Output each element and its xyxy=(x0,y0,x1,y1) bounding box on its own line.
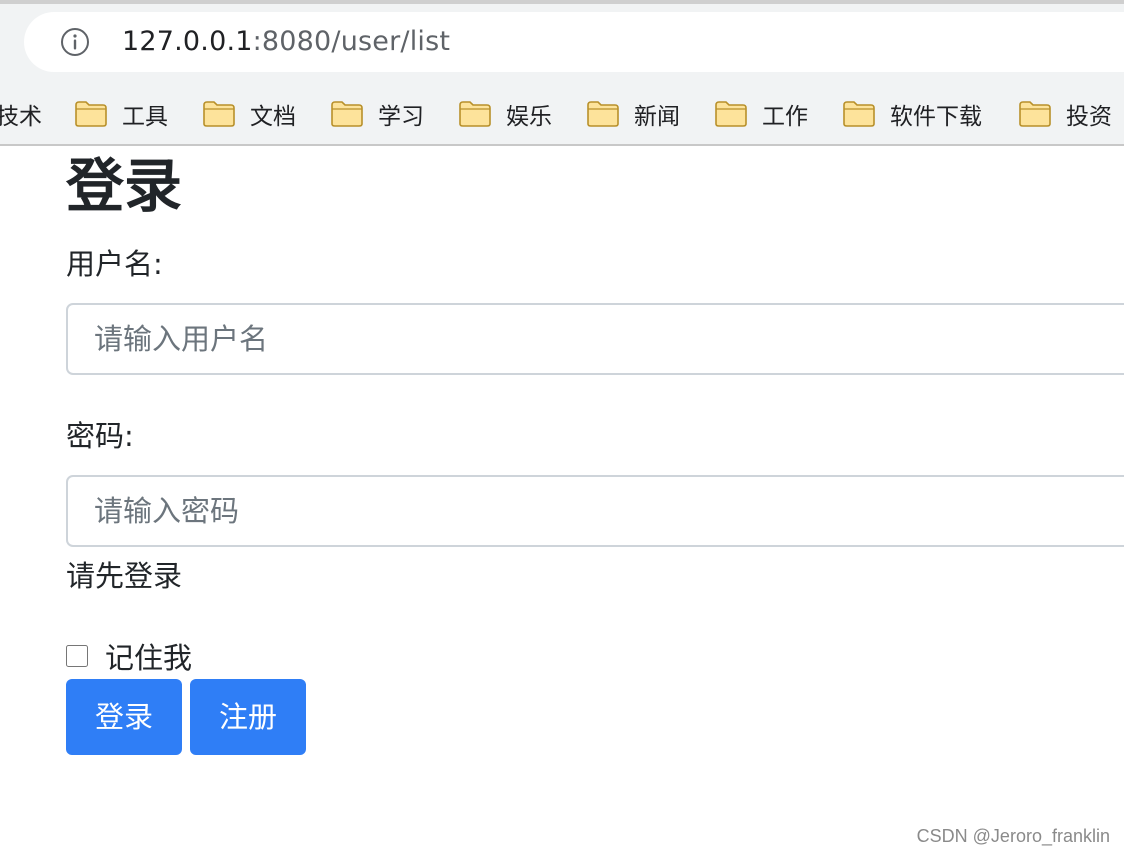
folder-icon xyxy=(203,101,235,127)
folder-icon xyxy=(459,101,491,127)
bookmark-label: 学习 xyxy=(378,104,424,130)
bookmark-label: 工作 xyxy=(762,104,808,130)
bookmark-software[interactable]: 软件下载 xyxy=(842,92,982,136)
folder-icon xyxy=(715,101,747,127)
bookmark-label: 投资 xyxy=(1066,104,1112,130)
remember-me-checkbox[interactable] xyxy=(66,645,88,667)
register-button[interactable]: 注册 xyxy=(190,679,306,755)
bookmark-label: 技术 xyxy=(0,104,42,130)
page-title: 登录 xyxy=(66,152,183,220)
username-label: 用户名: xyxy=(66,247,163,281)
address-bar[interactable]: 127.0.0.1:8080/user/list xyxy=(24,12,1124,72)
folder-icon xyxy=(1019,101,1051,127)
browser-toolbar: 127.0.0.1:8080/user/list xyxy=(0,4,1124,82)
password-input[interactable] xyxy=(66,475,1124,547)
url-text[interactable]: 127.0.0.1:8080/user/list xyxy=(122,22,450,62)
bookmark-tools[interactable]: 工具 xyxy=(74,92,168,136)
bookmark-tech[interactable]: 技术 xyxy=(0,92,42,136)
url-host: 127.0.0.1 xyxy=(122,26,253,57)
bookmark-label: 工具 xyxy=(122,104,168,130)
login-prompt-message: 请先登录 xyxy=(66,559,183,593)
info-icon[interactable] xyxy=(60,27,90,57)
bookmark-label: 文档 xyxy=(250,104,296,130)
bookmark-label: 娱乐 xyxy=(506,104,552,130)
remember-me: 记住我 xyxy=(66,636,192,676)
bookmark-investment[interactable]: 投资 xyxy=(1018,92,1112,136)
bookmark-docs[interactable]: 文档 xyxy=(202,92,296,136)
bookmark-label: 软件下载 xyxy=(890,104,982,130)
bookmark-news[interactable]: 新闻 xyxy=(586,92,680,136)
bookmark-entertainment[interactable]: 娱乐 xyxy=(458,92,552,136)
bookmark-work[interactable]: 工作 xyxy=(714,92,808,136)
watermark: CSDN @Jeroro_franklin xyxy=(916,826,1110,846)
folder-icon xyxy=(843,101,875,127)
username-input[interactable] xyxy=(66,303,1124,375)
login-button[interactable]: 登录 xyxy=(66,679,182,755)
bookmark-study[interactable]: 学习 xyxy=(330,92,424,136)
folder-icon xyxy=(75,101,107,127)
folder-icon xyxy=(331,101,363,127)
bookmarks-bar: 技术 工具 文档 学习 娱乐 新闻 工作 软件下载 投资 xyxy=(0,82,1124,146)
remember-me-label[interactable]: 记住我 xyxy=(105,635,192,677)
bookmark-label: 新闻 xyxy=(634,104,680,130)
folder-icon xyxy=(587,101,619,127)
password-label: 密码: xyxy=(66,419,134,453)
url-path: :8080/user/list xyxy=(252,26,451,57)
